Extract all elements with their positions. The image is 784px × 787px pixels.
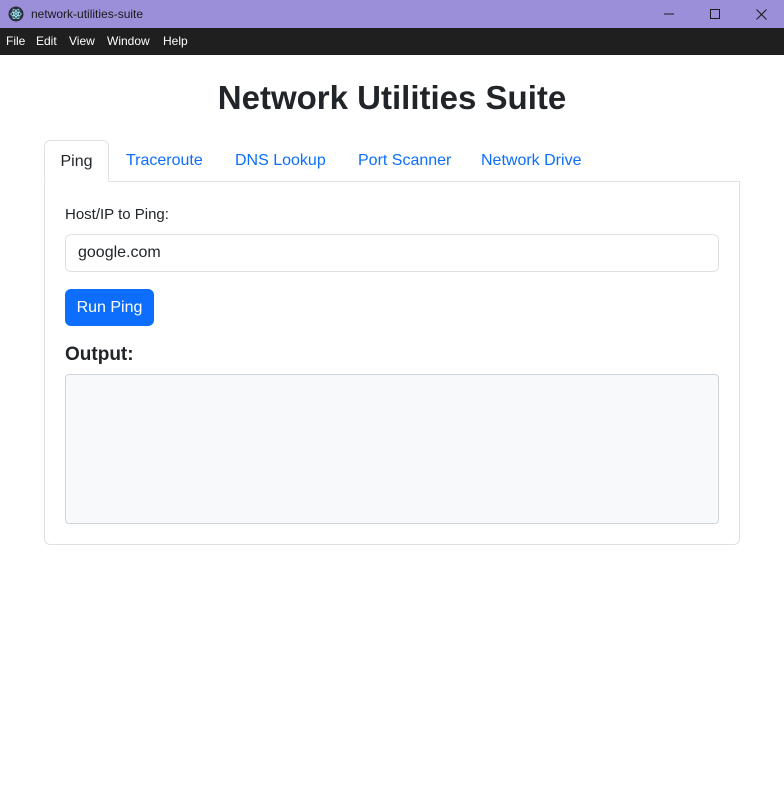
title-bar: network-utilities-suite xyxy=(0,0,784,28)
minimize-button[interactable] xyxy=(646,0,692,28)
tab-network-drive[interactable]: Network Drive xyxy=(481,140,581,182)
menu-window[interactable]: Window xyxy=(107,28,150,55)
menu-help[interactable]: Help xyxy=(163,28,188,55)
output-area[interactable] xyxy=(65,374,719,524)
window-title: network-utilities-suite xyxy=(31,7,144,21)
tab-traceroute[interactable]: Traceroute xyxy=(126,140,203,182)
tab-dns-lookup[interactable]: DNS Lookup xyxy=(235,140,326,182)
run-ping-button[interactable]: Run Ping xyxy=(65,289,154,326)
tab-bar: Ping Traceroute DNS Lookup Port Scanner … xyxy=(44,140,740,182)
host-input[interactable] xyxy=(65,234,719,272)
tab-port-scanner[interactable]: Port Scanner xyxy=(358,140,451,182)
menu-bar: File Edit View Window Help xyxy=(0,28,784,55)
tab-ping[interactable]: Ping xyxy=(44,140,109,182)
page-title: Network Utilities Suite xyxy=(217,79,567,116)
host-label: Host/IP to Ping: xyxy=(65,206,169,223)
menu-file[interactable]: File xyxy=(6,28,25,55)
output-heading: Output: xyxy=(65,344,134,365)
close-icon xyxy=(755,8,767,20)
menu-view[interactable]: View xyxy=(69,28,95,55)
close-button[interactable] xyxy=(738,0,784,28)
minimize-icon xyxy=(664,13,674,15)
menu-edit[interactable]: Edit xyxy=(36,28,57,55)
maximize-button[interactable] xyxy=(692,0,738,28)
maximize-icon xyxy=(710,9,720,19)
electron-icon xyxy=(8,6,24,22)
